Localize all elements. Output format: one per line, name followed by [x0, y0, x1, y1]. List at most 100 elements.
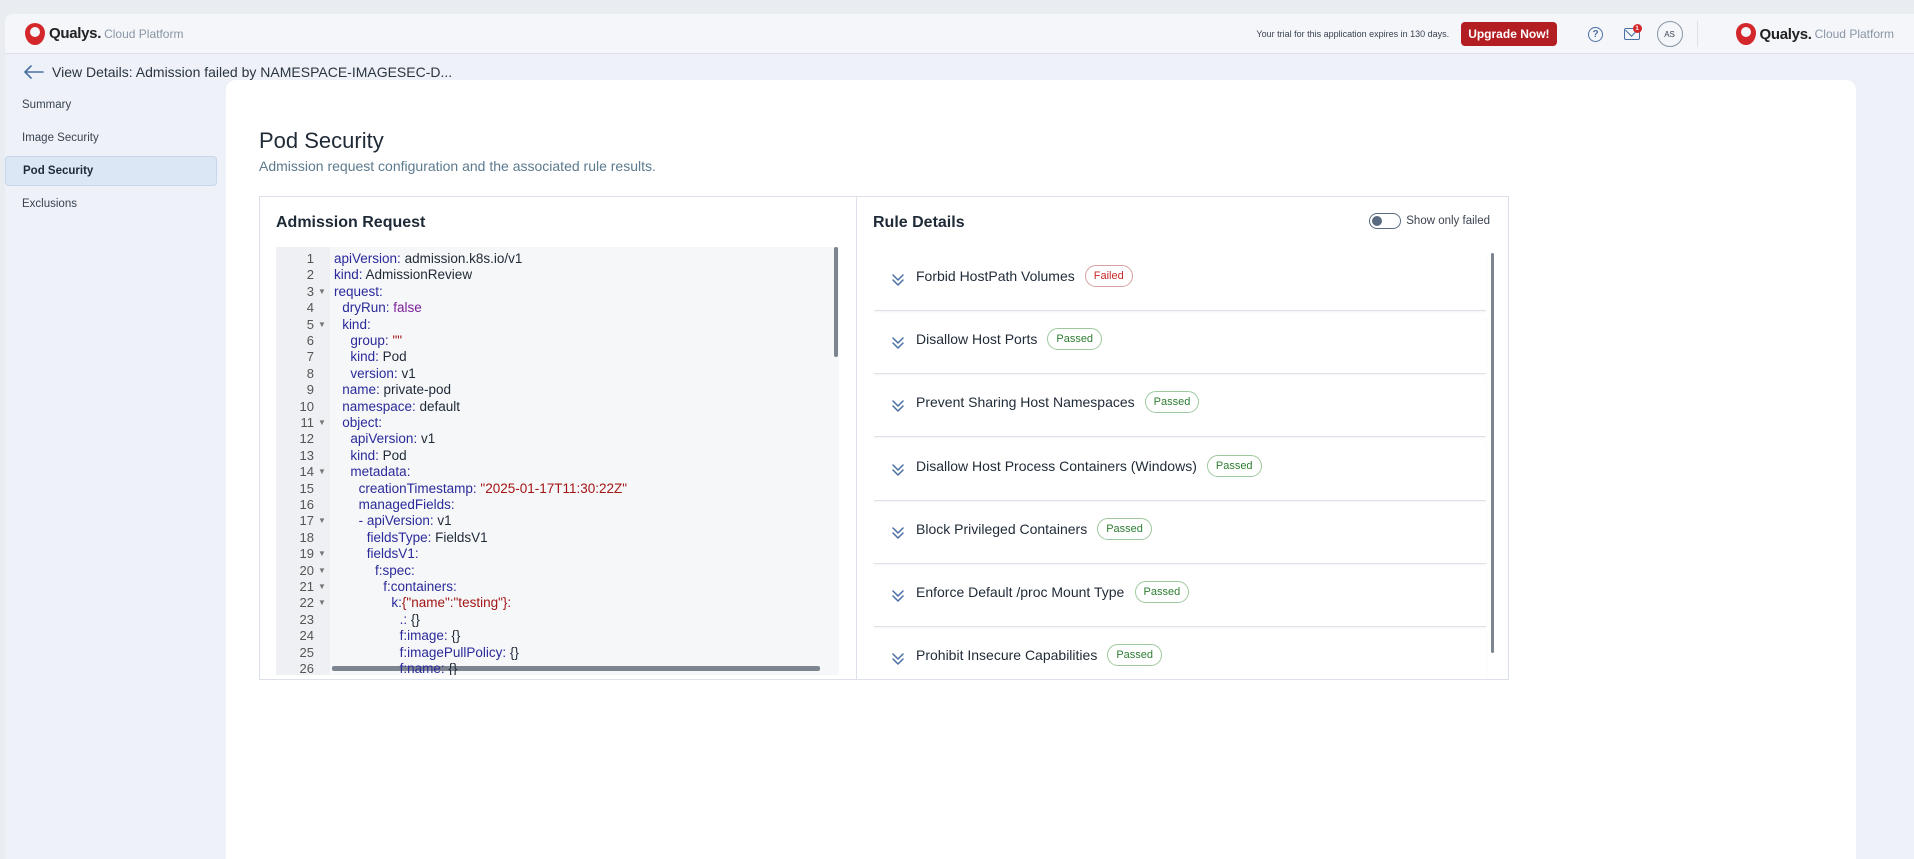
toggle-knob [1372, 215, 1383, 226]
line-number: 11 [300, 415, 315, 430]
upgrade-button[interactable]: Upgrade Now! [1461, 22, 1557, 46]
code-text: f:image: {} [400, 628, 461, 644]
code-text: namespace: default [342, 399, 460, 415]
fold-toggle-icon[interactable]: ▼ [318, 546, 326, 562]
messages-button[interactable]: 1 [1621, 23, 1643, 45]
code-line: 15 creationTimestamp: "2025-01-17T11:30:2… [276, 481, 839, 497]
line-number: 23 [299, 611, 314, 627]
rule-row[interactable]: Forbid HostPath Volumes Failed [874, 251, 1486, 311]
code-line: 3 ▼ request: [276, 284, 839, 300]
brand-subtitle: Cloud Platform [1814, 27, 1894, 41]
yaml-separator: : [427, 529, 436, 545]
yaml-key: apiVersion [350, 431, 414, 447]
yaml-key: metadata [350, 464, 407, 480]
yaml-separator: : [414, 546, 419, 562]
code-line: 20 ▼ f:spec: [276, 563, 839, 579]
expand-chevron-icon[interactable] [892, 652, 904, 666]
rule-row[interactable]: Prevent Sharing Host Namespaces Passed [874, 377, 1486, 438]
user-avatar[interactable]: AS [1656, 21, 1683, 47]
fold-toggle-icon[interactable]: ▼ [318, 284, 326, 300]
code-text: object: [342, 415, 382, 431]
details-panels: Admission Request 1 apiVersion: admission… [259, 196, 1509, 680]
sidebar-item-pod-security[interactable]: Pod Security [5, 156, 217, 186]
line-number: 5 [306, 316, 314, 332]
line-number: 9 [306, 382, 314, 398]
rule-row[interactable]: Prohibit Insecure Capabilities Passed [874, 630, 1486, 678]
fold-toggle-icon[interactable]: ▼ [318, 415, 326, 431]
yaml-value: {} [448, 661, 458, 675]
yaml-value: {"name":"testing"}: [401, 595, 512, 611]
rule-name: Forbid HostPath Volumes [916, 268, 1075, 284]
line-number: 24 [299, 628, 314, 644]
code-text: f:containers: [383, 579, 457, 595]
fold-toggle-icon[interactable]: ▼ [318, 513, 326, 529]
brand-logo[interactable]: Qualys. Cloud Platform [25, 22, 184, 45]
yaml-separator: : [411, 398, 420, 414]
back-arrow-icon[interactable] [24, 64, 44, 80]
toggle-switch[interactable] [1369, 213, 1402, 229]
line-number: 13 [299, 447, 314, 463]
code-text: k:{"name":"testing"}: [391, 595, 511, 611]
admission-request-panel: Admission Request 1 apiVersion: admission… [260, 197, 857, 679]
yaml-key: fieldsType [366, 529, 428, 545]
brand-subtitle: Cloud Platform [104, 26, 184, 41]
code-editor[interactable]: 1 apiVersion: admission.k8s.io/v1 2 kind: A… [276, 247, 839, 675]
sidebar-item-image-security[interactable]: Image Security [5, 123, 217, 153]
fold-toggle-icon[interactable]: ▼ [318, 579, 326, 595]
expand-chevron-icon[interactable] [892, 273, 904, 287]
rule-row[interactable]: Disallow Host Ports Passed [874, 314, 1486, 375]
page-breadcrumb-title: View Details: Admission failed by NAMESP… [52, 64, 453, 80]
qualys-logo-icon [1735, 23, 1756, 45]
yaml-key: k: [391, 595, 402, 611]
expand-chevron-icon[interactable] [892, 399, 904, 413]
yaml-key: kind [334, 267, 359, 283]
line-number: 25 [299, 644, 314, 660]
line-number: 26 [299, 661, 314, 675]
yaml-separator: : [378, 415, 382, 430]
expand-chevron-icon[interactable] [892, 589, 904, 603]
yaml-value: v1 [401, 365, 416, 381]
fold-toggle-icon[interactable]: ▼ [318, 563, 326, 579]
line-number: 18 [299, 529, 314, 545]
code-text: apiVersion: admission.k8s.io/v1 [334, 251, 522, 267]
help-button[interactable]: ? [1585, 23, 1607, 45]
yaml-key: f:imagePullPolicy [399, 644, 503, 660]
yaml-value: {} [410, 611, 420, 627]
code-line: 6 group: "" [276, 333, 839, 349]
code-text: kind: Pod [350, 349, 406, 365]
yaml-key: dryRun [342, 300, 386, 316]
fold-toggle-icon[interactable]: ▼ [318, 317, 326, 333]
app-switcher-logo[interactable]: Qualys. Cloud Platform [1735, 23, 1894, 45]
line-number: 2 [306, 267, 314, 283]
line-number: 19 [299, 546, 314, 562]
yaml-value: FieldsV1 [435, 529, 488, 545]
code-text: apiVersion: v1 [350, 431, 435, 447]
line-number: 6 [306, 333, 314, 348]
rule-list-scrollbar[interactable] [1491, 253, 1494, 653]
code-text: metadata: [350, 464, 410, 480]
yaml-key: group [350, 333, 385, 348]
yaml-separator: : [358, 267, 366, 283]
sidebar-item-exclusions[interactable]: Exclusions [5, 189, 217, 219]
rule-row[interactable]: Block Privileged Containers Passed [874, 504, 1486, 564]
expand-chevron-icon[interactable] [892, 463, 904, 477]
rule-row[interactable]: Disallow Host Process Containers (Window… [874, 441, 1486, 501]
show-only-failed-toggle[interactable]: Show only failed [1369, 213, 1490, 229]
fold-toggle-icon[interactable]: ▼ [318, 595, 326, 611]
fold-toggle-icon[interactable]: ▼ [318, 464, 326, 480]
code-line: 13 kind: Pod [276, 448, 839, 464]
help-icon: ? [1588, 26, 1604, 42]
rule-row[interactable]: Enforce Default /proc Mount Type Passed [874, 567, 1486, 627]
line-number: 3 [306, 283, 314, 299]
code-line: 21 ▼ f:containers: [276, 579, 839, 595]
expand-chevron-icon[interactable] [892, 526, 904, 540]
sidebar-item-summary[interactable]: Summary [5, 90, 217, 120]
rule-name: Disallow Host Process Containers (Window… [916, 457, 1197, 474]
code-text: f:name: {} [400, 661, 458, 675]
rule-list: Forbid HostPath Volumes Failed Disallow Ho… [874, 251, 1489, 678]
status-badge: Passed [1047, 328, 1103, 351]
yaml-key: namespace [342, 398, 412, 414]
expand-chevron-icon[interactable] [892, 336, 904, 350]
line-number: 20 [299, 562, 314, 578]
main-panel: Pod Security Admission request configura… [226, 80, 1856, 859]
